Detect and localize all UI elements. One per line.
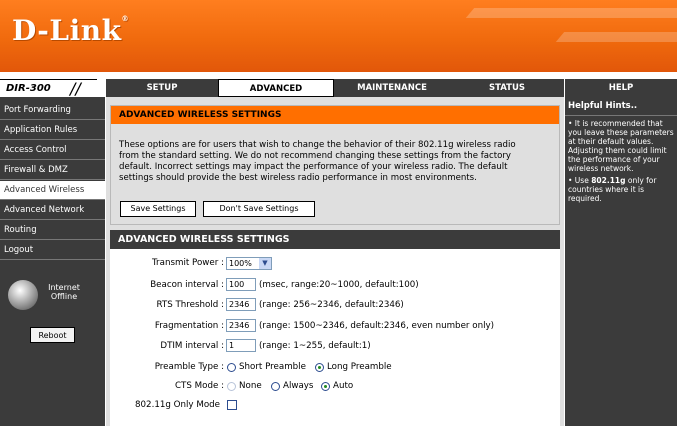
sidebar-item-application-rules[interactable]: Application Rules xyxy=(0,121,105,140)
tab-label: HELP xyxy=(608,83,634,93)
fragmentation-input[interactable]: 2346 xyxy=(226,319,256,332)
logo-text: D-Link xyxy=(12,14,122,47)
help-divider xyxy=(565,115,677,116)
tab-help[interactable]: HELP xyxy=(565,79,677,97)
tab-label: SETUP xyxy=(146,83,178,93)
sidebar-item-port-forwarding[interactable]: Port Forwarding xyxy=(0,101,105,120)
tab-status[interactable]: STATUS xyxy=(450,79,564,97)
sidebar-item-advanced-wireless[interactable]: Advanced Wireless xyxy=(0,181,105,200)
dtim-interval-input[interactable]: 1 xyxy=(226,339,256,352)
help-panel: Helpful Hints.. • It is recommended that… xyxy=(565,97,677,426)
status-line-offline: Offline xyxy=(50,292,78,301)
tab-maintenance[interactable]: MAINTENANCE xyxy=(334,79,450,97)
model-name: DIR-300 xyxy=(6,83,51,94)
banner-stripe xyxy=(555,32,677,42)
sidebar-item-advanced-network[interactable]: Advanced Network xyxy=(0,201,105,220)
cts-none-radio[interactable] xyxy=(227,382,236,391)
fragmentation-hint: (range: 1500~2346, default:2346, even nu… xyxy=(259,321,495,331)
hint-text-bold: 802.11g xyxy=(591,176,626,185)
dtim-interval-label: DTIM interval : xyxy=(160,341,224,351)
tab-label: MAINTENANCE xyxy=(357,83,427,93)
hint-text: • Use xyxy=(568,176,592,185)
sidebar: Port Forwarding Application Rules Access… xyxy=(0,97,105,426)
header-banner: D-Link® xyxy=(0,0,677,72)
beacon-interval-label: Beacon interval : xyxy=(150,280,224,290)
preamble-long-label: Long Preamble xyxy=(327,362,392,372)
transmit-power-select[interactable]: 100% ▼ xyxy=(226,257,272,270)
rts-threshold-hint: (range: 256~2346, default:2346) xyxy=(259,300,404,310)
g-only-mode-label: 802.11g Only Mode xyxy=(135,400,221,410)
intro-text: These options are for users that wish to… xyxy=(119,140,553,184)
preamble-short-label: Short Preamble xyxy=(239,362,306,372)
g-only-mode-checkbox[interactable] xyxy=(227,400,237,410)
section-title: ADVANCED WIRELESS SETTINGS xyxy=(111,106,559,124)
cts-always-radio[interactable] xyxy=(271,382,280,391)
tab-advanced[interactable]: ADVANCED xyxy=(218,79,334,97)
preamble-short-radio[interactable] xyxy=(227,363,236,372)
cts-auto-label: Auto xyxy=(333,381,354,391)
globe-icon xyxy=(8,280,38,310)
rts-threshold-label: RTS Threshold : xyxy=(156,300,225,310)
reboot-button[interactable]: Reboot xyxy=(30,327,75,343)
beacon-interval-hint: (msec, range:20~1000, default:100) xyxy=(259,280,419,290)
registered-mark: ® xyxy=(121,14,130,23)
banner-stripe xyxy=(465,8,677,18)
intro-line: settings should provide the best wireles… xyxy=(119,173,477,183)
sidebar-item-firewall-dmz[interactable]: Firewall & DMZ xyxy=(0,161,105,180)
rts-threshold-input[interactable]: 2346 xyxy=(226,298,256,311)
preamble-long-radio[interactable] xyxy=(315,363,324,372)
transmit-power-label: Transmit Power : xyxy=(152,258,224,268)
tab-label: ADVANCED xyxy=(249,84,303,94)
cts-none-label: None xyxy=(239,381,262,391)
cts-mode-label: CTS Mode : xyxy=(174,381,224,391)
tab-label: STATUS xyxy=(488,83,525,93)
fragmentation-label: Fragmentation : xyxy=(154,321,224,331)
help-hint: • It is recommended that you leave these… xyxy=(568,119,674,173)
sidebar-item-routing[interactable]: Routing xyxy=(0,221,105,240)
dont-save-settings-button[interactable]: Don't Save Settings xyxy=(203,201,315,217)
help-hint: • Use 802.11g only for countries where i… xyxy=(568,176,675,203)
status-line-internet: Internet xyxy=(48,283,80,292)
intro-line: These options are for users that wish to… xyxy=(119,140,516,150)
cts-always-label: Always xyxy=(283,381,314,391)
dlink-logo: D-Link® xyxy=(12,14,129,47)
intro-line: default. Incorrect settings may impact t… xyxy=(119,162,508,172)
section-title: ADVANCED WIRELESS SETTINGS xyxy=(110,230,560,249)
save-settings-button[interactable]: Save Settings xyxy=(120,201,196,217)
sidebar-item-logout[interactable]: Logout xyxy=(0,241,105,260)
preamble-type-label: Preamble Type : xyxy=(154,362,224,372)
internet-status: Internet Offline xyxy=(44,283,84,301)
dtim-interval-hint: (range: 1~255, default:1) xyxy=(259,341,371,351)
cts-auto-radio[interactable] xyxy=(321,382,330,391)
transmit-power-value: 100% xyxy=(229,259,252,268)
intro-line: from the standard setting. We do not rec… xyxy=(119,151,512,161)
beacon-interval-input[interactable]: 100 xyxy=(226,278,256,291)
model-slashes: // xyxy=(70,79,81,98)
chevron-down-icon: ▼ xyxy=(259,258,271,269)
sidebar-item-access-control[interactable]: Access Control xyxy=(0,141,105,160)
model-label: DIR-300 // xyxy=(0,79,97,99)
help-title: Helpful Hints.. xyxy=(568,101,638,111)
tab-setup[interactable]: SETUP xyxy=(106,79,218,97)
